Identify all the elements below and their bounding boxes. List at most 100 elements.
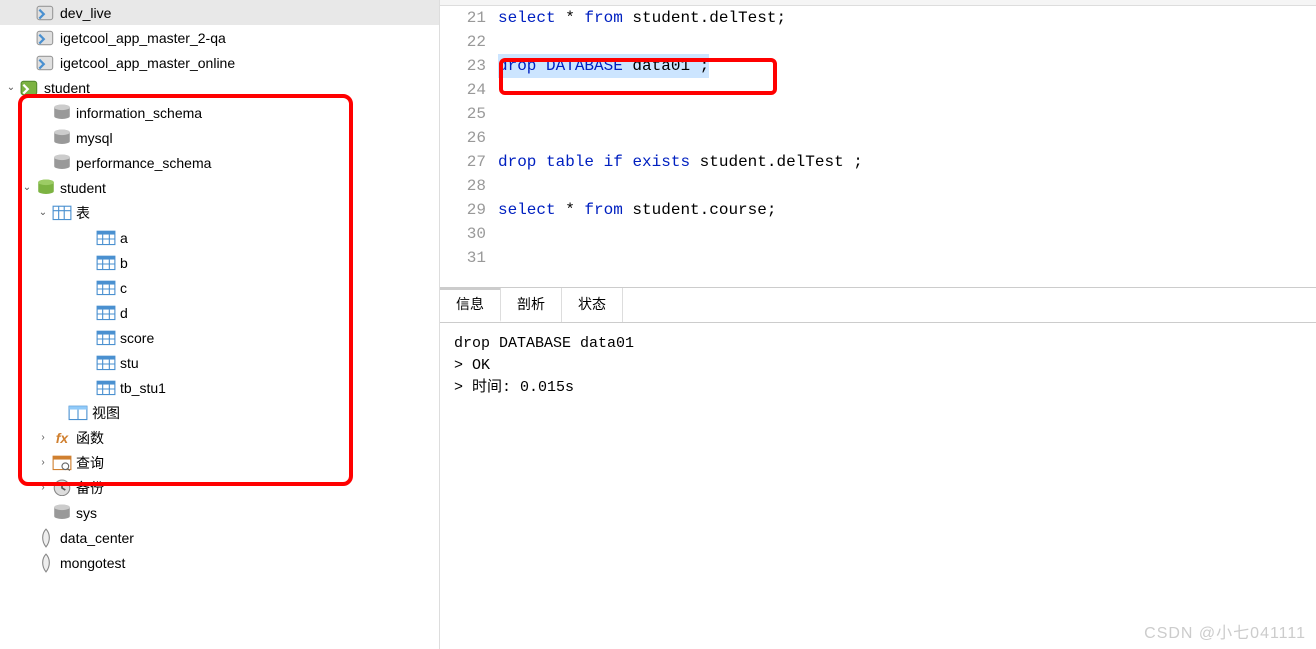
expand-icon[interactable] (20, 31, 34, 45)
tree-item-stu[interactable]: stu (0, 350, 439, 375)
expand-icon[interactable] (36, 106, 50, 120)
expand-icon[interactable] (36, 156, 50, 170)
expand-icon[interactable] (80, 281, 94, 295)
tree-item-igetcool_app_master_online[interactable]: igetcool_app_master_online (0, 50, 439, 75)
backup-icon (52, 479, 72, 497)
expand-icon[interactable] (80, 356, 94, 370)
tree-item-label: stu (120, 355, 139, 371)
tree-item-dev_live[interactable]: dev_live (0, 0, 439, 25)
tree-item-label: performance_schema (76, 155, 211, 171)
db-grey-icon (52, 129, 72, 147)
expand-icon[interactable] (20, 531, 34, 545)
db-conn-grey-icon (36, 54, 56, 72)
expand-icon[interactable] (80, 331, 94, 345)
tree-item-label: igetcool_app_master_online (60, 55, 235, 71)
tree-item-备份[interactable]: ›备份 (0, 475, 439, 500)
expand-icon[interactable]: ⌄ (36, 206, 50, 220)
expand-icon[interactable] (80, 306, 94, 320)
tree-item-b[interactable]: b (0, 250, 439, 275)
tree-item-mongotest[interactable]: mongotest (0, 550, 439, 575)
tab-信息[interactable]: 信息 (440, 288, 501, 322)
tree-item-查询[interactable]: › 查询 (0, 450, 439, 475)
db-grey-icon (52, 154, 72, 172)
tree-item-label: b (120, 255, 128, 271)
tree-item-函数[interactable]: ›fx函数 (0, 425, 439, 450)
expand-icon[interactable]: › (36, 481, 50, 495)
tree-item-label: information_schema (76, 105, 202, 121)
folder-table-icon (52, 204, 72, 222)
tree-item-label: c (120, 280, 127, 296)
fx-icon: fx (52, 429, 72, 447)
tree-item-label: student (44, 80, 90, 96)
table-icon (96, 354, 116, 372)
expand-icon[interactable] (52, 406, 66, 420)
expand-icon[interactable] (80, 256, 94, 270)
view-icon (68, 404, 88, 422)
db-grey-icon (52, 104, 72, 122)
tree-item-score[interactable]: score (0, 325, 439, 350)
expand-icon[interactable]: › (36, 456, 50, 470)
expand-icon[interactable] (36, 131, 50, 145)
table-icon (96, 329, 116, 347)
tree-item-label: data_center (60, 530, 134, 546)
tree-item-label: mysql (76, 130, 113, 146)
table-icon (96, 304, 116, 322)
tree-item-label: score (120, 330, 154, 346)
code-line[interactable] (498, 222, 1316, 246)
sql-editor[interactable]: 2122232425262728293031 select * from stu… (440, 6, 1316, 288)
expand-icon[interactable] (20, 56, 34, 70)
tree-item-label: 视图 (92, 403, 120, 423)
expand-icon[interactable]: ⌄ (20, 181, 34, 195)
tree-item-performance_schema[interactable]: performance_schema (0, 150, 439, 175)
expand-icon[interactable]: › (36, 431, 50, 445)
tree-item-sys[interactable]: sys (0, 500, 439, 525)
tree-item-mysql[interactable]: mysql (0, 125, 439, 150)
expand-icon[interactable] (80, 231, 94, 245)
tree-item-student[interactable]: ⌄student (0, 175, 439, 200)
line-number: 29 (440, 198, 486, 222)
tab-状态[interactable]: 状态 (562, 288, 623, 322)
expand-icon[interactable] (20, 6, 34, 20)
expand-icon[interactable] (36, 506, 50, 520)
tree-item-igetcool_app_master_2-qa[interactable]: igetcool_app_master_2-qa (0, 25, 439, 50)
code-line[interactable]: select * from student.delTest; (498, 6, 1316, 30)
tree-item-label: a (120, 230, 128, 246)
table-icon (96, 254, 116, 272)
db-conn-grey-icon (36, 29, 56, 47)
code-line[interactable]: drop table if exists student.delTest ; (498, 150, 1316, 174)
code-line[interactable]: select * from student.course; (498, 198, 1316, 222)
tree-item-视图[interactable]: 视图 (0, 400, 439, 425)
code-line[interactable] (498, 126, 1316, 150)
output-line: > 时间: 0.015s (454, 377, 1302, 399)
tree-item-tb_stu1[interactable]: tb_stu1 (0, 375, 439, 400)
code-line[interactable] (498, 102, 1316, 126)
code-line[interactable] (498, 30, 1316, 54)
tree-item-information_schema[interactable]: information_schema (0, 100, 439, 125)
tree-item-data_center[interactable]: data_center (0, 525, 439, 550)
code-line[interactable] (498, 78, 1316, 102)
tree-item-c[interactable]: c (0, 275, 439, 300)
tree-item-label: 查询 (76, 453, 104, 473)
expand-icon[interactable] (20, 556, 34, 570)
tree-item-label: mongotest (60, 555, 125, 571)
tree-item-d[interactable]: d (0, 300, 439, 325)
tree-item-label: 表 (76, 203, 90, 223)
expand-icon[interactable]: ⌄ (4, 81, 18, 95)
query-icon (52, 454, 72, 472)
code-line[interactable]: drop DATABASE data01 ; (498, 54, 1316, 78)
expand-icon[interactable] (80, 381, 94, 395)
tree-item-student[interactable]: ⌄ student (0, 75, 439, 100)
code-line[interactable] (498, 174, 1316, 198)
tab-剖析[interactable]: 剖析 (501, 288, 562, 322)
mongo-icon (36, 554, 56, 572)
tree-item-表[interactable]: ⌄表 (0, 200, 439, 225)
db-grey-icon (52, 504, 72, 522)
output-line: > OK (454, 355, 1302, 377)
code-line[interactable] (498, 246, 1316, 270)
tree-item-a[interactable]: a (0, 225, 439, 250)
table-icon (96, 229, 116, 247)
db-conn-grey-icon (36, 4, 56, 22)
tree-item-label: dev_live (60, 5, 111, 21)
tree-item-label: 函数 (76, 428, 104, 448)
line-number: 28 (440, 174, 486, 198)
